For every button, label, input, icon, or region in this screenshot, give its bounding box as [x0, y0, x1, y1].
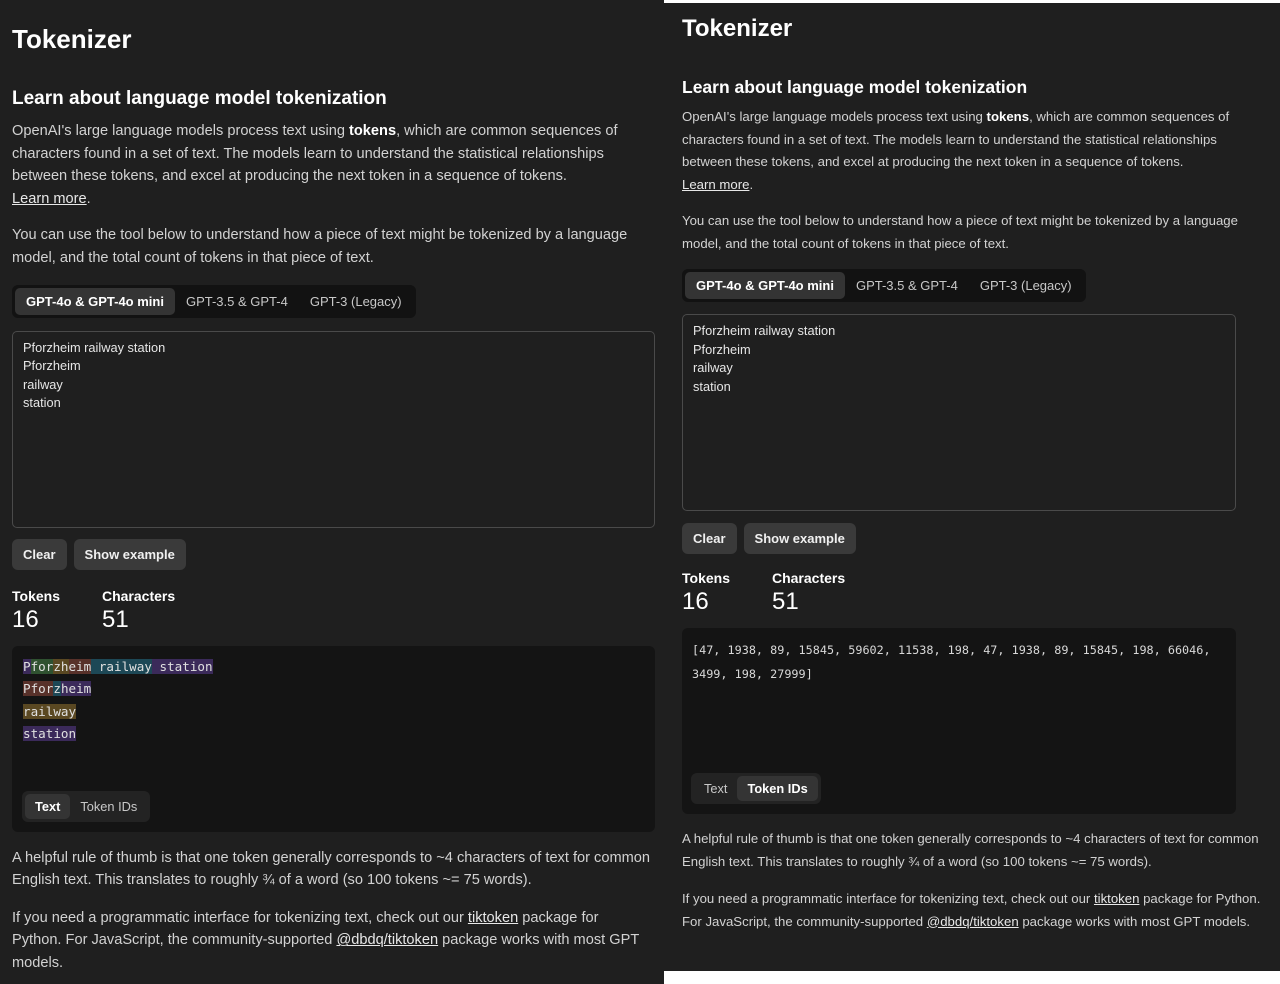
tokens-count: 16 — [12, 605, 39, 633]
input-line: Pforzheim railway station — [23, 339, 166, 355]
token-ids-text: [47, 1938, 89, 15845, 59602, 11538, 198,… — [692, 643, 1211, 681]
tokenizer-panel-text-view: Tokenizer Learn about language model tok… — [0, 0, 664, 984]
text-input[interactable]: Pforzheim railway station Pforzheim rail… — [12, 330, 655, 528]
tool-description: You can use the tool below to understand… — [12, 227, 628, 266]
tab-text-view[interactable]: Text — [25, 793, 71, 819]
learn-more-punct: . — [86, 190, 91, 207]
tab-token-ids-view[interactable]: Token IDs — [70, 794, 147, 819]
learn-more-punct: . — [749, 176, 754, 192]
page-title: Tokenizer — [12, 24, 132, 54]
token-chip: heim — [60, 681, 92, 697]
rule-of-thumb: A helpful rule of thumb is that one toke… — [682, 831, 1259, 869]
token-text-view: Pforzheim railway station Pforzheim railwa… — [23, 656, 644, 746]
tab-gpt-3-5[interactable]: GPT-3.5 & GPT-4 — [175, 288, 299, 315]
input-line: Pforzheim — [693, 341, 751, 357]
tokenized-output: Pforzheim railway station Pforzheim railwa… — [12, 645, 655, 832]
show-example-button[interactable]: Show example — [73, 538, 186, 570]
characters-stat: Characters 51 — [102, 588, 175, 634]
tab-gpt-3-legacy[interactable]: GPT-3 (Legacy) — [969, 272, 1083, 299]
characters-label: Characters — [771, 570, 846, 586]
token-chip: P — [23, 658, 31, 674]
api-suffix: package works with most GPT models. — [1018, 913, 1251, 929]
clear-button[interactable]: Clear — [12, 538, 67, 570]
tokens-count: 16 — [682, 588, 709, 615]
dbdq-tiktoken-link[interactable]: @dbdq/tiktoken — [336, 932, 438, 948]
characters-count: 51 — [771, 588, 799, 615]
intro-paragraph: OpenAI's large language models process t… — [682, 106, 1262, 196]
api-prefix: If you need a programmatic interface for… — [12, 909, 468, 926]
api-paragraph: If you need a programmatic interface for… — [12, 907, 652, 975]
token-chip: railway — [23, 703, 77, 719]
input-line: station — [693, 378, 731, 394]
tool-description: You can use the tool below to understand… — [682, 213, 1238, 251]
token-line: Pforzheim — [23, 678, 644, 701]
model-selector: GPT-4o & GPT-4o mini GPT-3.5 & GPT-4 GPT… — [12, 284, 416, 318]
tab-text-view[interactable]: Text — [694, 776, 737, 801]
input-line: Pforzheim railway station — [693, 323, 836, 338]
view-toggle: Text Token IDs — [691, 773, 821, 804]
token-chip: station — [151, 658, 213, 674]
token-stats: Tokens 16 Characters 51 — [682, 570, 1262, 616]
tokens-stat: Tokens 16 — [12, 588, 60, 634]
tab-gpt-4o[interactable]: GPT-4o & GPT-4o mini — [15, 287, 175, 315]
input-line: railway — [693, 360, 733, 375]
characters-count: 51 — [101, 605, 129, 633]
model-selector: GPT-4o & GPT-4o mini GPT-3.5 & GPT-4 GPT… — [682, 269, 1086, 302]
tokens-label: Tokens — [12, 587, 60, 604]
clear-button[interactable]: Clear — [682, 523, 737, 554]
token-chip: station — [23, 726, 77, 742]
page-subtitle: Learn about language model tokenization — [682, 77, 1028, 97]
tab-token-ids-view[interactable]: Token IDs — [737, 776, 818, 801]
token-chip: z — [53, 681, 61, 697]
learn-more-link[interactable]: Learn more — [12, 191, 87, 207]
intro-prefix: OpenAI's large language models process t… — [12, 123, 350, 139]
token-chip: railway — [91, 658, 152, 674]
tokens-stat: Tokens 16 — [682, 570, 730, 616]
tokens-label: Tokens — [682, 570, 730, 586]
token-chip: Pfor — [23, 681, 54, 697]
api-prefix: If you need a programmatic interface for… — [682, 891, 1094, 906]
action-buttons: Clear Show example — [682, 523, 1262, 554]
intro-bold: tokens — [349, 123, 397, 139]
token-line: station — [23, 723, 644, 746]
tab-gpt-4o[interactable]: GPT-4o & GPT-4o mini — [685, 272, 845, 299]
token-stats: Tokens 16 Characters 51 — [12, 588, 652, 634]
intro-bold: tokens — [986, 109, 1030, 124]
learn-more-link[interactable]: Learn more — [682, 177, 749, 192]
tokenizer-panel-token-ids-view: Tokenizer Learn about language model tok… — [664, 3, 1280, 971]
intro-paragraph: OpenAI's large language models process t… — [12, 120, 652, 210]
token-line: Pforzheim railway station — [23, 656, 644, 679]
rule-of-thumb: A helpful rule of thumb is that one toke… — [12, 849, 651, 889]
token-chip: for — [30, 658, 54, 674]
action-buttons: Clear Show example — [12, 538, 652, 570]
intro-prefix: OpenAI's large language models process t… — [682, 109, 987, 124]
input-line: Pforzheim — [23, 358, 81, 374]
page-title: Tokenizer — [682, 15, 793, 42]
view-toggle: Text Token IDs — [22, 790, 151, 822]
show-example-button[interactable]: Show example — [743, 523, 856, 554]
tokenized-output: [47, 1938, 89, 15845, 59602, 11538, 198,… — [682, 628, 1236, 814]
input-line: station — [23, 395, 61, 411]
page-subtitle: Learn about language model tokenization — [12, 88, 387, 109]
token-chip: eim — [68, 658, 92, 674]
tab-gpt-3-legacy[interactable]: GPT-3 (Legacy) — [299, 288, 413, 315]
tiktoken-link[interactable]: tiktoken — [1094, 891, 1139, 906]
token-chip: zh — [53, 658, 69, 674]
tab-gpt-3-5[interactable]: GPT-3.5 & GPT-4 — [845, 272, 969, 299]
api-paragraph: If you need a programmatic interface for… — [682, 888, 1262, 933]
tiktoken-link[interactable]: tiktoken — [468, 910, 518, 926]
input-line: railway — [23, 376, 63, 392]
text-input[interactable]: Pforzheim railway station Pforzheim rail… — [682, 314, 1236, 511]
dbdq-tiktoken-link[interactable]: @dbdq/tiktoken — [927, 914, 1019, 929]
token-line: railway — [23, 701, 644, 724]
characters-label: Characters — [101, 587, 176, 604]
characters-stat: Characters 51 — [772, 570, 845, 616]
